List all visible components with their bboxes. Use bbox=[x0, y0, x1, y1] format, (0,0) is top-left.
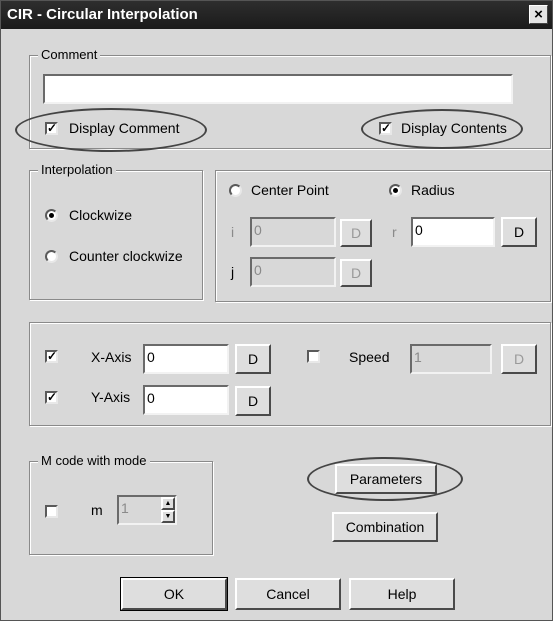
mcode-legend: M code with mode bbox=[38, 453, 150, 469]
display-contents-label: Display Contents bbox=[401, 120, 507, 136]
title-bar[interactable]: CIR - Circular Interpolation × bbox=[1, 1, 552, 29]
radius-radio[interactable] bbox=[389, 184, 402, 197]
m-spinner[interactable]: ▲ ▼ bbox=[161, 497, 175, 523]
i-d-button[interactable]: D bbox=[340, 219, 372, 247]
help-button[interactable]: Help bbox=[349, 578, 455, 610]
display-contents-checkbox[interactable]: ✓ bbox=[379, 122, 392, 135]
x-axis-label: X-Axis bbox=[91, 349, 132, 365]
spin-down-icon[interactable]: ▼ bbox=[161, 510, 175, 523]
combination-button[interactable]: Combination bbox=[332, 512, 438, 542]
y-axis-label: Y-Axis bbox=[91, 389, 131, 405]
x-axis-d-button[interactable]: D bbox=[235, 344, 271, 374]
axes-group bbox=[29, 322, 551, 426]
counter-clockwize-radio[interactable] bbox=[45, 250, 58, 263]
i-input[interactable]: 0 bbox=[250, 217, 336, 247]
parameters-button[interactable]: Parameters bbox=[335, 464, 437, 494]
comment-input[interactable] bbox=[43, 74, 513, 104]
dialog-window: CIR - Circular Interpolation × Comment ✓… bbox=[0, 0, 553, 621]
speed-checkbox[interactable] bbox=[307, 350, 320, 363]
display-comment-label: Display Comment bbox=[69, 120, 180, 136]
center-point-radio[interactable] bbox=[229, 184, 242, 197]
clockwize-radio[interactable] bbox=[45, 209, 58, 222]
close-button[interactable]: × bbox=[529, 5, 548, 24]
y-axis-input[interactable]: 0 bbox=[143, 385, 229, 415]
counter-clockwize-label: Counter clockwize bbox=[69, 248, 183, 264]
y-axis-d-button[interactable]: D bbox=[235, 386, 271, 416]
j-label: j bbox=[231, 264, 235, 280]
r-d-button[interactable]: D bbox=[501, 217, 537, 247]
spin-up-icon[interactable]: ▲ bbox=[161, 497, 175, 510]
x-axis-input[interactable]: 0 bbox=[143, 344, 229, 374]
j-d-button[interactable]: D bbox=[340, 259, 372, 287]
j-input[interactable]: 0 bbox=[250, 257, 336, 287]
window-title: CIR - Circular Interpolation bbox=[7, 6, 198, 23]
interpolation-legend: Interpolation bbox=[38, 162, 116, 178]
r-label: r bbox=[392, 224, 397, 240]
close-icon: × bbox=[534, 6, 543, 23]
r-input[interactable]: 0 bbox=[411, 217, 495, 247]
m-checkbox[interactable] bbox=[45, 505, 58, 518]
speed-d-button[interactable]: D bbox=[501, 344, 537, 374]
radius-label: Radius bbox=[411, 182, 455, 198]
clockwize-label: Clockwize bbox=[69, 207, 133, 223]
center-point-label: Center Point bbox=[251, 182, 329, 198]
m-label: m bbox=[91, 502, 103, 518]
x-axis-checkbox[interactable]: ✓ bbox=[45, 350, 58, 363]
speed-input[interactable]: 1 bbox=[410, 344, 492, 374]
interpolation-group: Interpolation bbox=[29, 162, 203, 300]
comment-legend: Comment bbox=[38, 47, 101, 63]
ok-button[interactable]: OK bbox=[120, 577, 228, 611]
cancel-button[interactable]: Cancel bbox=[235, 578, 341, 610]
i-label: i bbox=[231, 224, 235, 240]
display-comment-checkbox[interactable]: ✓ bbox=[45, 122, 58, 135]
speed-label: Speed bbox=[349, 349, 390, 365]
y-axis-checkbox[interactable]: ✓ bbox=[45, 391, 58, 404]
